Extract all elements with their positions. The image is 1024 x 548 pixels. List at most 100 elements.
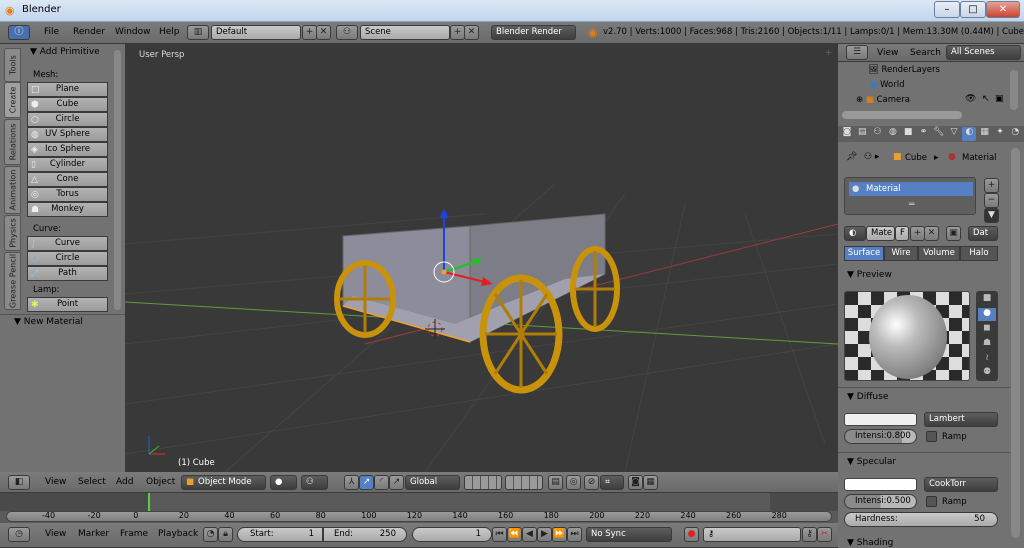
snap-toggle-icon[interactable]: ⊘ [584,475,599,490]
add-curve-circle-button[interactable]: ◌ Circle [27,251,108,266]
material-name-field[interactable]: Mate [866,226,895,241]
diffuse-panel-header[interactable]: ▼ Diffuse [847,392,888,402]
hardness-field[interactable]: Hardness: 50 [844,512,998,527]
outliner-item-renderlayers[interactable]: 🖼︎ RenderLayers [868,65,940,75]
texture-tab-icon[interactable]: ▦ [978,127,992,141]
info-editor-type-icon[interactable]: ⓘ [8,25,30,40]
add-scene-button[interactable]: + [450,25,465,40]
outliner-scrollbar[interactable] [1010,70,1018,110]
specular-shader-dropdown[interactable]: CookTorr [924,477,998,492]
unlink-material-button[interactable]: ✕ [924,226,939,241]
tab-wire[interactable]: Wire [884,246,918,261]
slot-specials-icon[interactable]: ▼ [984,208,999,223]
add-curve-path-button[interactable]: ⤢ Path [27,266,108,281]
lock-layers-icon[interactable]: ▤ [548,475,563,490]
tab-halo[interactable]: Halo [960,246,998,261]
tab-volume[interactable]: Volume [918,246,960,261]
modifiers-tab-icon[interactable]: 🔧︎ [932,127,946,141]
lock-time-icon[interactable]: 🔒︎ [218,527,233,542]
minimize-button[interactable]: – [934,1,960,18]
layers-group-1[interactable] [464,475,502,490]
physics-tab-icon[interactable]: ◔ [1008,127,1022,141]
scene-tab-icon[interactable]: ⚇ [871,127,885,141]
remove-layout-button[interactable]: ✕ [316,25,331,40]
start-frame-field[interactable]: Start: 1 [237,527,323,542]
add-uv-sphere-button[interactable]: ◍ UV Sphere [27,127,108,142]
transform-orientation-dropdown[interactable]: Global [405,475,460,490]
diffuse-ramp-checkbox[interactable] [926,431,937,442]
rotate-manipulator-icon[interactable]: ◜ [374,475,389,490]
render-engine-dropdown[interactable]: Blender Render [491,25,576,40]
add-torus-button[interactable]: ◎ Torus [27,187,108,202]
menu-help[interactable]: Help [159,27,180,37]
shelf-scrollbar[interactable] [114,50,121,310]
data-tab-icon[interactable]: ▽ [947,127,961,141]
properties-scrollbar[interactable] [1011,148,1020,538]
add-layout-button[interactable]: + [302,25,317,40]
add-monkey-button[interactable]: ☗ Monkey [27,202,108,217]
keying-set-field[interactable]: ⚷ [703,527,801,542]
preview-range-icon[interactable]: ◔ [203,527,218,542]
layout-field[interactable]: Default [211,25,301,40]
scale-manipulator-icon[interactable]: ↗ [389,475,404,490]
remove-scene-button[interactable]: ✕ [464,25,479,40]
shading-panel-header[interactable]: ▼ Shading [847,538,893,548]
scene-field[interactable]: Scene [360,25,450,40]
add-circle-button[interactable]: ○ Circle [27,112,108,127]
renderable-icon[interactable]: ▣ [995,94,1004,104]
3d-viewport[interactable]: User Persp (1) Cube + [125,44,838,472]
screen-layout-icon[interactable]: ▥ [187,25,209,40]
specular-panel-header[interactable]: ▼ Specular [847,457,896,467]
material-slot-item[interactable]: ● Material [849,182,973,196]
particles-tab-icon[interactable]: ✦ [993,127,1007,141]
diffuse-shader-dropdown[interactable]: Lambert [924,412,998,427]
outliner-filter-dropdown[interactable]: All Scenes [946,45,1021,60]
close-button[interactable]: ✕ [986,1,1020,18]
tab-surface[interactable]: Surface [844,246,884,261]
diffuse-intensity-slider[interactable]: Intensi:0.800 [844,429,917,444]
preview-monkey-icon[interactable]: ☗ [978,338,996,351]
pin-icon[interactable]: 📌︎ [846,152,857,162]
outliner-item-camera[interactable]: ⊕ ■ Camera [856,95,910,105]
maximize-button[interactable]: □ [960,1,986,18]
add-cylinder-button[interactable]: ▯ Cylinder [27,157,108,172]
preview-world-icon[interactable]: ⚉ [978,367,996,380]
pivot-point-dropdown[interactable]: ⚇ [301,475,328,490]
translate-manipulator-icon[interactable]: ↗ [359,475,374,490]
preview-hair-icon[interactable]: ≀ [978,353,996,366]
outliner-item-world[interactable]: ● World [870,80,904,90]
tab-physics[interactable]: Physics [4,215,21,251]
3d-view-editor-type-icon[interactable]: ◧ [8,475,30,490]
add-cube-button[interactable]: ⬢ Cube [27,97,108,112]
new-material-button[interactable]: + [910,226,925,241]
delete-keyframe-icon[interactable]: ✂ [817,527,832,542]
play-reverse-icon[interactable]: ◀ [522,527,537,542]
tab-relations[interactable]: Relations [4,119,21,165]
outliner-editor-type-icon[interactable]: ☰ [846,45,868,60]
jump-start-icon[interactable]: ⏮ [492,527,507,542]
render-layers-tab-icon[interactable]: ▤ [855,127,869,141]
render-tab-icon[interactable]: ◙ [840,127,854,141]
jump-end-icon[interactable]: ⏭ [567,527,582,542]
menu-view[interactable]: View [45,529,66,539]
material-link-dropdown[interactable]: Dat [968,226,998,241]
play-icon[interactable]: ▶ [537,527,552,542]
render-animation-icon[interactable]: ▦ [643,475,658,490]
preview-flat-icon[interactable]: ■ [978,293,996,306]
add-slot-button[interactable]: + [984,178,999,193]
tab-tools[interactable]: Tools [4,48,21,82]
add-primitive-panel-header[interactable]: ▼ Add Primitive [30,47,100,57]
tab-grease-pencil[interactable]: Grease Pencil [4,252,21,310]
menu-marker[interactable]: Marker [78,529,109,539]
specular-ramp-checkbox[interactable] [926,496,937,507]
browse-material-icon[interactable]: ◐ [844,226,866,241]
scene-icon[interactable]: ⚇ [336,25,358,40]
end-frame-field[interactable]: End: 250 [323,527,407,542]
menu-object[interactable]: Object [146,477,175,487]
preview-panel-header[interactable]: ▼ Preview [847,270,892,280]
tab-create[interactable]: Create [4,82,21,118]
mode-dropdown[interactable]: ■ Object Mode [181,475,266,490]
menu-render[interactable]: Render [73,27,105,37]
menu-view[interactable]: View [877,48,898,58]
add-region-icon[interactable]: + [825,48,833,58]
